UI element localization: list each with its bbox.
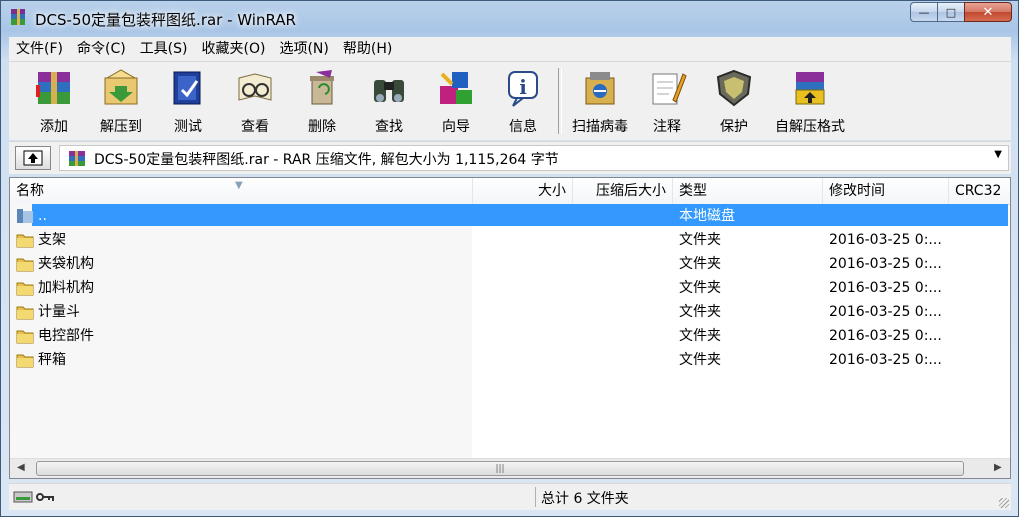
column-type[interactable]: 类型	[673, 178, 823, 204]
row-type: 文件夹	[679, 232, 721, 248]
table-row[interactable]: 计量斗 文件夹 2016-03-25 0:...	[10, 300, 1010, 324]
folder-icon	[16, 306, 34, 320]
row-modified: 2016-03-25 0:...	[829, 328, 942, 344]
sfx-button[interactable]: 自解压格式	[775, 64, 845, 136]
grip-lines-icon: |||	[495, 463, 505, 474]
protect-button[interactable]: 保护	[701, 64, 767, 136]
row-type: 本地磁盘	[679, 208, 735, 224]
up-arrow-icon	[23, 150, 43, 166]
column-modified[interactable]: 修改时间	[823, 178, 949, 204]
table-row[interactable]: 夹袋机构 文件夹 2016-03-25 0:...	[10, 252, 1010, 276]
row-type: 文件夹	[679, 304, 721, 320]
address-bar: DCS-50定量包装秤图纸.rar - RAR 压缩文件, 解包大小为 1,11…	[9, 141, 1011, 174]
scrollbar-thumb[interactable]: |||	[36, 461, 964, 476]
row-type: 文件夹	[679, 256, 721, 272]
column-packed-size[interactable]: 压缩后大小	[573, 178, 673, 204]
row-modified: 2016-03-25 0:...	[829, 232, 942, 248]
table-row[interactable]: 支架 文件夹 2016-03-25 0:...	[10, 228, 1010, 252]
row-name: 夹袋机构	[38, 256, 94, 272]
row-modified: 2016-03-25 0:...	[829, 352, 942, 368]
selection-highlight	[32, 204, 1008, 226]
menu-favorites[interactable]: 收藏夹(O)	[195, 37, 273, 61]
row-type: 文件夹	[679, 352, 721, 368]
test-icon	[173, 71, 201, 105]
toolbar: 添加 解压到 测试 查看 删除 查找 向导 i 信息 扫描病毒 注释 保护 自解…	[9, 61, 1011, 140]
column-crc32[interactable]: CRC32	[949, 178, 1010, 204]
sfx-icon	[795, 72, 825, 105]
row-modified: 2016-03-25 0:...	[829, 280, 942, 296]
menu-help[interactable]: 帮助(H)	[336, 37, 399, 61]
row-name: 秤箱	[38, 352, 66, 368]
winrar-window: DCS-50定量包装秤图纸.rar - WinRAR — □ ✕ 文件(F) 命…	[0, 0, 1019, 517]
extract-to-icon	[104, 69, 138, 105]
list-header: 名称 ▼ 大小 压缩后大小 类型 修改时间 CRC32	[10, 178, 1010, 205]
winrar-app-icon[interactable]	[9, 8, 27, 26]
folder-icon	[16, 330, 34, 344]
svg-text:i: i	[519, 75, 527, 99]
file-rows: .. 本地磁盘 支架 文件夹 2016-03-25 0:... 夹袋机构 文件夹…	[10, 204, 1010, 372]
column-name-label: 名称	[16, 183, 44, 199]
maximize-button[interactable]: □	[937, 2, 964, 22]
table-row[interactable]: 加料机构 文件夹 2016-03-25 0:...	[10, 276, 1010, 300]
folder-icon	[16, 234, 34, 248]
folder-icon	[16, 282, 34, 296]
status-bar: 总计 6 文件夹	[9, 483, 1011, 510]
row-type: 文件夹	[679, 280, 721, 296]
window-controls: — □ ✕	[910, 2, 1012, 22]
view-icon	[238, 73, 272, 101]
info-button[interactable]: i 信息	[490, 64, 556, 136]
row-name: 加料机构	[38, 280, 94, 296]
scroll-right-icon[interactable]: ▶	[994, 462, 1002, 473]
close-button[interactable]: ✕	[964, 2, 1012, 22]
folder-icon	[16, 354, 34, 368]
comment-icon	[652, 73, 687, 105]
minimize-button[interactable]: —	[910, 2, 937, 22]
row-name: 计量斗	[38, 304, 80, 320]
file-list[interactable]: 名称 ▼ 大小 压缩后大小 类型 修改时间 CRC32 .. 本地磁盘 支架 文…	[9, 177, 1011, 479]
menu-options[interactable]: 选项(N)	[272, 37, 335, 61]
drive-key-icon[interactable]	[13, 489, 57, 505]
table-row[interactable]: 电控部件 文件夹 2016-03-25 0:...	[10, 324, 1010, 348]
address-text: DCS-50定量包装秤图纸.rar - RAR 压缩文件, 解包大小为 1,11…	[94, 152, 559, 168]
window-title: DCS-50定量包装秤图纸.rar - WinRAR	[35, 11, 296, 29]
wizard-icon	[440, 72, 472, 104]
protect-icon	[716, 69, 752, 107]
sort-arrow-icon: ▼	[235, 180, 243, 191]
row-name: ..	[38, 208, 47, 224]
scroll-left-icon[interactable]: ◀	[17, 462, 25, 473]
table-row[interactable]: 秤箱 文件夹 2016-03-25 0:...	[10, 348, 1010, 372]
chevron-down-icon[interactable]: ▼	[994, 149, 1002, 160]
info-icon: i	[508, 71, 538, 107]
menu-tools[interactable]: 工具(S)	[133, 37, 195, 61]
row-name: 支架	[38, 232, 66, 248]
folder-icon	[16, 258, 34, 272]
info-label: 信息	[509, 119, 537, 135]
column-size[interactable]: 大小	[473, 178, 573, 204]
delete-icon	[310, 70, 334, 105]
row-modified: 2016-03-25 0:...	[829, 256, 942, 272]
table-row[interactable]: .. 本地磁盘	[10, 204, 1010, 228]
add-archive-icon	[36, 72, 70, 104]
status-text: 总计 6 文件夹	[541, 491, 629, 507]
title-bar[interactable]: DCS-50定量包装秤图纸.rar - WinRAR — □ ✕	[1, 1, 1018, 35]
menu-commands[interactable]: 命令(C)	[70, 37, 133, 61]
protect-label: 保护	[720, 119, 748, 135]
address-field[interactable]: DCS-50定量包装秤图纸.rar - RAR 压缩文件, 解包大小为 1,11…	[59, 145, 1009, 171]
sfx-label: 自解压格式	[775, 119, 845, 135]
up-folder-button[interactable]	[15, 146, 51, 170]
resize-grip-icon[interactable]	[999, 498, 1009, 508]
menu-file[interactable]: 文件(F)	[9, 37, 70, 61]
parent-folder-icon	[17, 209, 33, 223]
horizontal-scrollbar[interactable]: ◀ ||| ▶	[10, 458, 1010, 478]
column-name[interactable]: 名称 ▼	[10, 178, 473, 204]
rar-archive-icon	[69, 151, 85, 166]
menu-bar: 文件(F) 命令(C) 工具(S) 收藏夹(O) 选项(N) 帮助(H)	[9, 37, 1011, 61]
row-type: 文件夹	[679, 328, 721, 344]
virus-scan-icon	[585, 72, 615, 105]
row-modified: 2016-03-25 0:...	[829, 304, 942, 320]
status-divider	[535, 487, 536, 507]
row-name: 电控部件	[38, 328, 94, 344]
find-icon	[374, 80, 404, 102]
